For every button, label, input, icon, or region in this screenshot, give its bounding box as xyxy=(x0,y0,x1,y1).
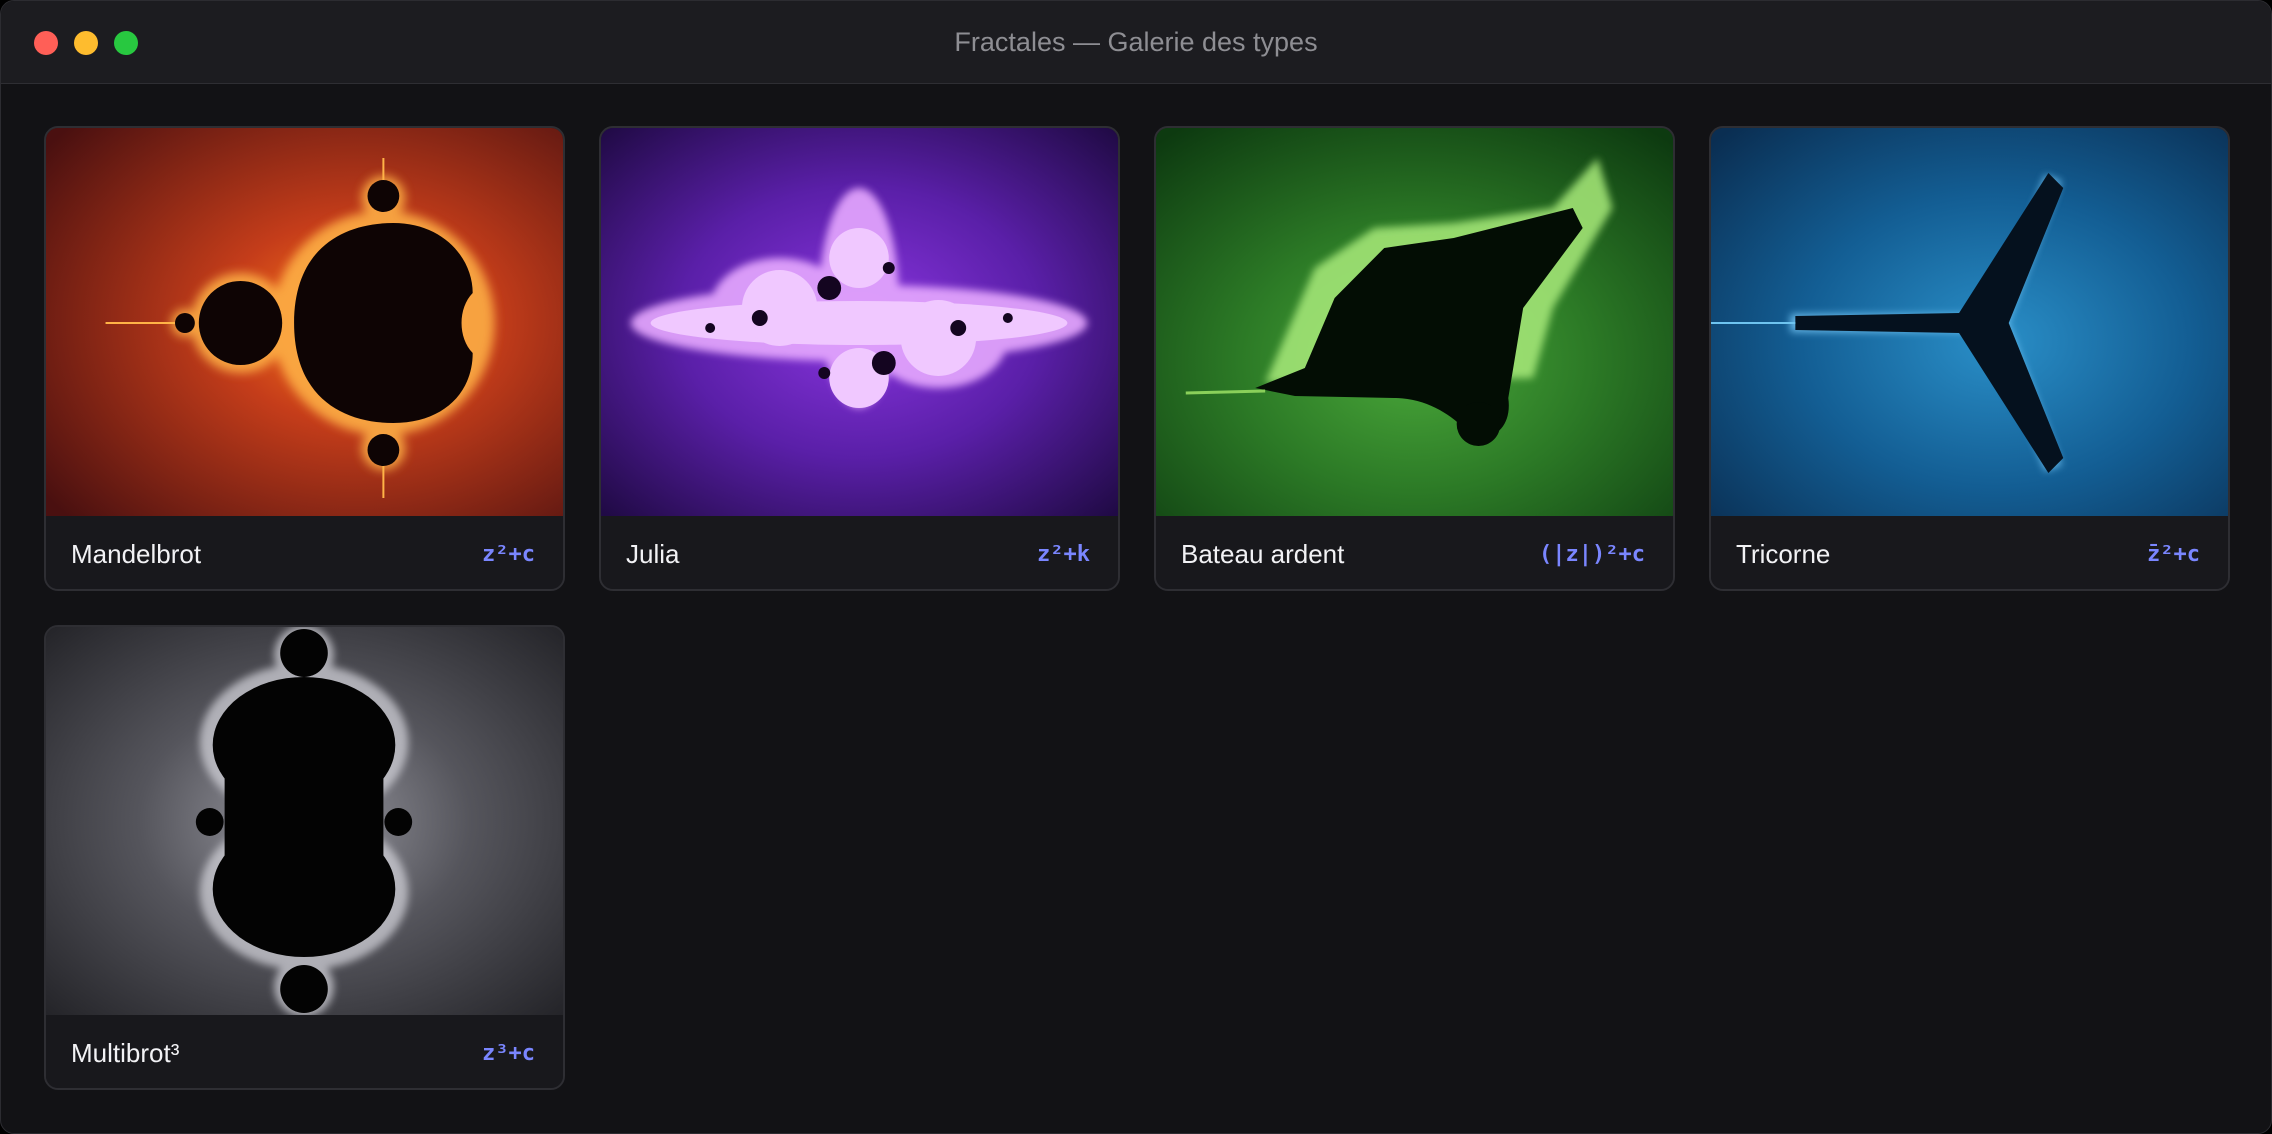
window-title: Fractales — Galerie des types xyxy=(954,27,1318,57)
julia-fractal-image xyxy=(601,128,1118,516)
multibrot-fractal-image xyxy=(46,627,563,1015)
app-window: Fractales — Galerie des types Mandelbrot… xyxy=(0,0,2272,1134)
fractal-name: Tricorne xyxy=(1736,539,1831,569)
fractal-formula: z²+c xyxy=(482,542,535,567)
fractal-name: Julia xyxy=(626,539,680,569)
fractal-formula: z²+k xyxy=(1037,542,1090,567)
fractal-formula: z³+c xyxy=(482,1041,535,1066)
title-bar: Fractales — Galerie des types xyxy=(1,1,2271,84)
fractal-card-multibrot[interactable]: Multibrot³ z³+c xyxy=(44,625,565,1090)
mandelbrot-fractal-image xyxy=(46,128,563,516)
fractal-card-mandelbrot[interactable]: Mandelbrot z²+c xyxy=(44,126,565,591)
card-caption: Bateau ardent (|z|)²+c xyxy=(1156,516,1673,589)
fractal-gallery: Mandelbrot z²+c Julia z²+k Bateau ardent… xyxy=(44,126,2230,1090)
card-caption: Multibrot³ z³+c xyxy=(46,1015,563,1088)
card-caption: Tricorne z̄²+c xyxy=(1711,516,2228,589)
fractal-card-julia[interactable]: Julia z²+k xyxy=(599,126,1120,591)
fractal-name: Bateau ardent xyxy=(1181,539,1345,569)
fractal-name: Mandelbrot xyxy=(71,539,202,569)
fractal-name: Multibrot³ xyxy=(71,1038,180,1068)
fractal-formula: z̄²+c xyxy=(2147,542,2200,567)
tricorn-fractal-image xyxy=(1711,128,2228,516)
fractal-card-bateau-ardent[interactable]: Bateau ardent (|z|)²+c xyxy=(1154,126,1675,591)
card-caption: Julia z²+k xyxy=(601,516,1118,589)
fractal-formula: (|z|)²+c xyxy=(1539,542,1645,567)
card-caption: Mandelbrot z²+c xyxy=(46,516,563,589)
burning-ship-fractal-image xyxy=(1156,128,1673,516)
fractal-card-tricorne[interactable]: Tricorne z̄²+c xyxy=(1709,126,2230,591)
